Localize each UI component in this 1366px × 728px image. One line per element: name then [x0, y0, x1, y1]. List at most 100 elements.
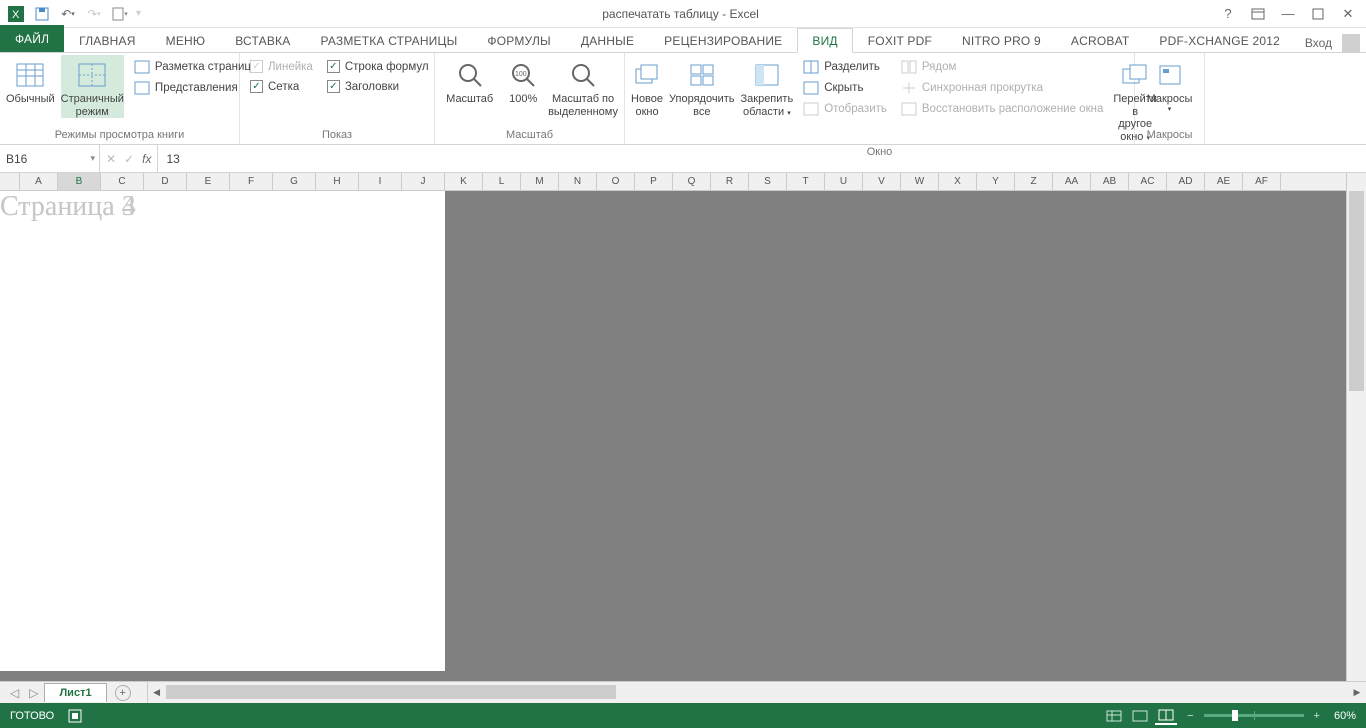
col-header[interactable]: M: [521, 173, 559, 190]
tab-pdf-xchange-2012[interactable]: PDF-XChange 2012: [1144, 28, 1295, 52]
fx-icon[interactable]: fx: [142, 152, 151, 166]
tab-меню[interactable]: Меню: [151, 28, 221, 52]
new-window-button[interactable]: Новоеокно: [631, 55, 663, 118]
col-header[interactable]: D: [144, 173, 187, 190]
col-header[interactable]: AA: [1053, 173, 1091, 190]
col-header[interactable]: U: [825, 173, 863, 190]
group-label-macros: Макросы: [1141, 127, 1198, 144]
formula-bar: B16▾ ✕ ✓ fx 13: [0, 145, 1366, 173]
tab-данные[interactable]: ДАННЫЕ: [566, 28, 649, 52]
col-header[interactable]: AB: [1091, 173, 1129, 190]
gridlines-checkbox[interactable]: Сетка: [246, 78, 317, 95]
excel-icon[interactable]: X: [4, 2, 28, 26]
group-label-views: Режимы просмотра книги: [6, 127, 233, 144]
maximize-icon[interactable]: [1304, 2, 1332, 26]
side-by-side-button: Рядом: [897, 58, 1107, 76]
tab-foxit-pdf[interactable]: Foxit PDF: [853, 28, 947, 52]
col-header[interactable]: N: [559, 173, 597, 190]
split-button[interactable]: Разделить: [799, 58, 891, 76]
col-header[interactable]: Z: [1015, 173, 1053, 190]
col-header[interactable]: F: [230, 173, 273, 190]
col-header[interactable]: T: [787, 173, 825, 190]
view-pagelayout-icon[interactable]: [1129, 707, 1151, 725]
redo-icon[interactable]: ↷▾: [82, 2, 106, 26]
sheet-nav-next-icon[interactable]: ▷: [25, 686, 42, 700]
col-header[interactable]: P: [635, 173, 673, 190]
arrange-all-button[interactable]: Упорядочитьвсе: [669, 55, 734, 118]
macros-button[interactable]: Макросы▾: [1141, 55, 1198, 114]
col-header[interactable]: Q: [673, 173, 711, 190]
col-header[interactable]: AF: [1243, 173, 1281, 190]
col-header[interactable]: J: [402, 173, 445, 190]
hide-button[interactable]: Скрыть: [799, 79, 891, 97]
col-header[interactable]: AD: [1167, 173, 1205, 190]
column-headers[interactable]: ABCDEFGHIJKLMNOPQRSTUVWXYZAAABACADAEAF: [0, 173, 1346, 191]
tab-рецензирование[interactable]: РЕЦЕНЗИРОВАНИЕ: [649, 28, 797, 52]
headings-checkbox[interactable]: Заголовки: [323, 78, 433, 95]
login-link[interactable]: Вход: [1305, 36, 1332, 50]
col-header[interactable]: K: [445, 173, 483, 190]
col-header[interactable]: L: [483, 173, 521, 190]
formulabar-checkbox[interactable]: Строка формул: [323, 58, 433, 75]
col-header[interactable]: R: [711, 173, 749, 190]
zoom-slider[interactable]: [1204, 714, 1304, 717]
zoom-button[interactable]: Масштаб: [441, 55, 498, 106]
col-header[interactable]: I: [359, 173, 402, 190]
group-label-show: Показ: [246, 127, 428, 144]
col-header[interactable]: H: [316, 173, 359, 190]
col-header[interactable]: G: [273, 173, 316, 190]
view-pagebreak-button[interactable]: Страничный режим: [61, 55, 124, 118]
tab-acrobat[interactable]: ACROBAT: [1056, 28, 1145, 52]
zoom-out-icon[interactable]: −: [1187, 710, 1193, 722]
record-macro-icon[interactable]: [68, 709, 82, 723]
save-icon[interactable]: [30, 2, 54, 26]
col-header[interactable]: B: [58, 173, 101, 190]
minimize-icon[interactable]: —: [1274, 2, 1302, 26]
col-header[interactable]: S: [749, 173, 787, 190]
view-pagebreak-icon[interactable]: [1155, 707, 1177, 725]
user-avatar-icon[interactable]: [1342, 34, 1360, 52]
tab-разметка-страницы[interactable]: РАЗМЕТКА СТРАНИЦЫ: [305, 28, 472, 52]
tab-nitro-pro-9[interactable]: NITRO PRO 9: [947, 28, 1056, 52]
col-header[interactable]: V: [863, 173, 901, 190]
sheet-tab-row: ◁ ▷ Лист1 + ◀ ▶: [0, 681, 1366, 703]
tab-вставка[interactable]: ВСТАВКА: [220, 28, 305, 52]
col-header[interactable]: AE: [1205, 173, 1243, 190]
select-all-corner[interactable]: [0, 173, 20, 190]
col-header[interactable]: O: [597, 173, 635, 190]
zoom-100-button[interactable]: 100100%: [504, 55, 542, 106]
name-box[interactable]: B16▾: [0, 145, 100, 172]
tab-формулы[interactable]: ФОРМУЛЫ: [472, 28, 565, 52]
sheet-nav-prev-icon[interactable]: ◁: [6, 686, 23, 700]
col-header[interactable]: C: [101, 173, 144, 190]
cancel-fx-icon: ✕: [106, 152, 116, 166]
view-normal-icon[interactable]: [1103, 707, 1125, 725]
horizontal-scrollbar[interactable]: ◀ ▶: [147, 682, 1366, 703]
add-sheet-icon[interactable]: +: [115, 685, 131, 701]
formula-input[interactable]: 13: [158, 145, 1366, 172]
freeze-panes-button[interactable]: Закрепитьобласти ▾: [741, 55, 794, 118]
close-icon[interactable]: ✕: [1334, 2, 1362, 26]
zoom-level[interactable]: 60%: [1334, 710, 1356, 722]
col-header[interactable]: A: [20, 173, 58, 190]
qat-dropdown-icon[interactable]: ▾: [134, 8, 143, 19]
help-icon[interactable]: ?: [1214, 2, 1242, 26]
zoom-selection-button[interactable]: Масштаб повыделенному: [548, 55, 618, 118]
grid-body[interactable]: Страница 3 Страница 4: [0, 191, 1346, 681]
svg-text:100: 100: [515, 71, 527, 78]
col-header[interactable]: Y: [977, 173, 1015, 190]
sheet-tab[interactable]: Лист1: [44, 683, 106, 702]
vertical-scrollbar[interactable]: [1346, 173, 1366, 681]
tab-file[interactable]: ФАЙЛ: [0, 25, 64, 52]
col-header[interactable]: AC: [1129, 173, 1167, 190]
col-header[interactable]: X: [939, 173, 977, 190]
undo-icon[interactable]: ↶▾: [56, 2, 80, 26]
tab-главная[interactable]: ГЛАВНАЯ: [64, 28, 150, 52]
zoom-in-icon[interactable]: +: [1314, 710, 1320, 722]
col-header[interactable]: E: [187, 173, 230, 190]
new-doc-icon[interactable]: ▾: [108, 2, 132, 26]
view-normal-button[interactable]: Обычный: [6, 55, 55, 106]
col-header[interactable]: W: [901, 173, 939, 190]
tab-вид[interactable]: ВИД: [797, 28, 852, 53]
ribbon-options-icon[interactable]: [1244, 2, 1272, 26]
